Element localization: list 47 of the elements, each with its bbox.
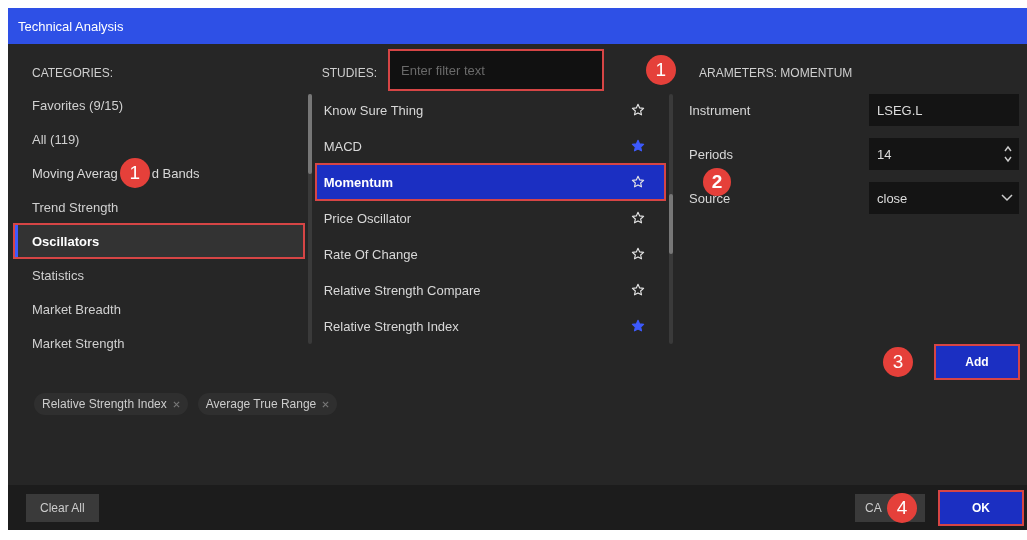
study-item[interactable]: Know Sure Thing	[315, 92, 665, 128]
close-icon[interactable]	[172, 400, 180, 408]
study-label: Rate Of Change	[323, 246, 419, 262]
study-item[interactable]: MACD	[315, 128, 665, 164]
ok-button[interactable]: OK	[939, 490, 1023, 525]
study-item[interactable]: Price Oscillator	[315, 200, 665, 236]
study-label: Momentum	[323, 174, 395, 190]
study-label: Know Sure Thing	[323, 102, 425, 118]
dropdown[interactable]: close	[869, 182, 1019, 214]
add-button[interactable]: Add	[935, 345, 1019, 379]
filter-field[interactable]: Enter filter text	[389, 50, 604, 90]
field-label: Periods	[689, 146, 735, 162]
study-label: Relative Strength Index	[323, 318, 460, 334]
scrollbar[interactable]	[307, 94, 312, 344]
category-item[interactable]: Trend Strength	[14, 190, 304, 224]
category-item[interactable]: d Bands	[151, 165, 200, 181]
star-icon[interactable]	[631, 319, 645, 333]
step-badge: 2	[703, 168, 731, 196]
star-icon[interactable]	[631, 139, 645, 153]
study-label: Price Oscillator	[323, 210, 413, 226]
category-item[interactable]: Market Strength	[14, 326, 304, 360]
study-label: MACD	[323, 138, 363, 154]
close-icon[interactable]	[322, 400, 330, 408]
category-item[interactable]: Moving Averag	[32, 165, 118, 181]
tag-label: Average True Range	[205, 397, 317, 411]
step-badge: 3	[883, 347, 913, 377]
chevron-down-icon	[1001, 194, 1013, 202]
category-item[interactable]: All (119)	[14, 122, 304, 156]
window-title: Technical Analysis	[18, 18, 124, 34]
category-item[interactable]: Statistics	[14, 258, 304, 292]
step-badge: 1	[119, 158, 150, 188]
section-header: ARAMETERS: MOMENTUM	[698, 65, 854, 82]
study-item[interactable]: Relative Strength Index	[315, 308, 665, 344]
instrument-field[interactable]: LSEG.L	[869, 94, 1019, 126]
step-badge: 1	[645, 55, 676, 85]
study-item[interactable]: Relative Strength Compare	[315, 272, 665, 308]
section-header: CATEGORIES:	[31, 65, 115, 82]
study-item[interactable]: Rate Of Change	[315, 236, 665, 272]
category-item[interactable]: Market Breadth	[14, 292, 304, 326]
tag-label: Relative Strength Index	[42, 397, 167, 411]
section-header: STUDIES:	[321, 65, 378, 82]
category-item[interactable]: Favorites (9/15)	[14, 88, 304, 122]
spinner-field[interactable]: 14	[869, 138, 1019, 170]
category-item[interactable]: Oscillators	[14, 224, 304, 258]
field-label: Instrument	[689, 102, 752, 118]
study-label: Relative Strength Compare	[323, 282, 482, 298]
clear-all-button[interactable]: Clear All	[26, 493, 99, 522]
